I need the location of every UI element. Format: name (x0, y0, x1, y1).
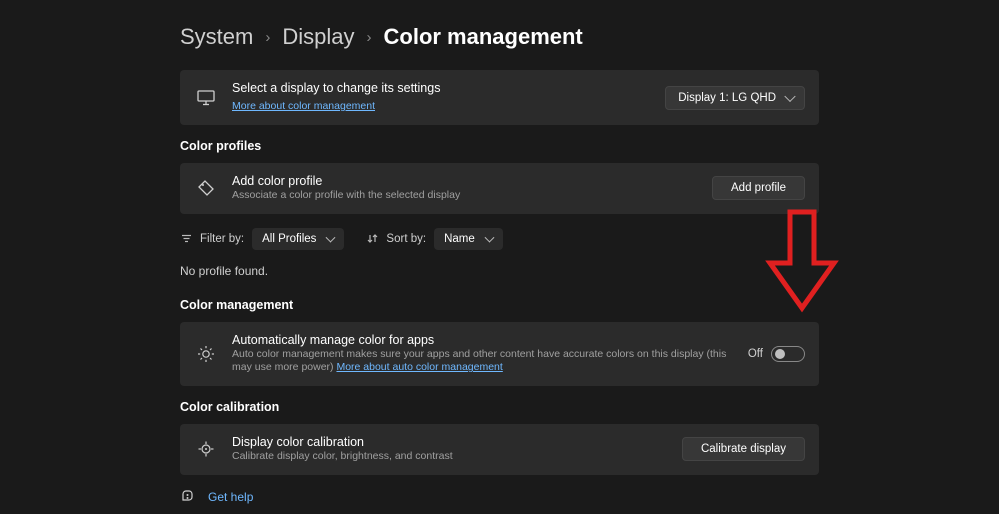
auto-color-toggle[interactable] (771, 346, 805, 362)
breadcrumb-system[interactable]: System (180, 24, 253, 50)
chevron-right-icon: › (367, 29, 372, 46)
calibration-icon (194, 437, 218, 461)
filter-by-label: Filter by: (200, 233, 244, 245)
auto-color-toggle-state: Off (748, 348, 763, 360)
add-profile-button[interactable]: Add profile (712, 176, 805, 200)
profile-filter-row: Filter by: All Profiles Sort by: Name (180, 228, 819, 250)
color-management-header: Color management (180, 298, 819, 312)
filter-icon (180, 233, 192, 245)
filter-by-dropdown[interactable]: All Profiles (252, 228, 344, 250)
page-title: Color management (384, 24, 583, 50)
no-profile-found-text: No profile found. (180, 264, 819, 278)
display-calibration-card: Display color calibration Calibrate disp… (180, 424, 819, 475)
auto-color-subtitle: Auto color management makes sure your ap… (232, 348, 734, 375)
sort-by-dropdown[interactable]: Name (434, 228, 503, 250)
monitor-icon (194, 86, 218, 110)
add-profile-subtitle: Associate a color profile with the selec… (232, 189, 698, 203)
add-color-profile-card: Add color profile Associate a color prof… (180, 163, 819, 214)
display-dropdown[interactable]: Display 1: LG QHD (665, 86, 805, 110)
display-selector-title: Select a display to change its settings (232, 81, 651, 95)
auto-color-management-card: Automatically manage color for apps Auto… (180, 322, 819, 386)
display-selector-card: Select a display to change its settings … (180, 70, 819, 125)
get-help-link[interactable]: Get help (208, 490, 253, 504)
auto-color-title: Automatically manage color for apps (232, 333, 734, 347)
color-calibration-header: Color calibration (180, 400, 819, 414)
brightness-icon (194, 342, 218, 366)
tag-icon (194, 176, 218, 200)
sort-icon (366, 233, 378, 245)
help-row: Get help (180, 489, 819, 505)
calibrate-display-button[interactable]: Calibrate display (682, 437, 805, 461)
chevron-right-icon: › (265, 29, 270, 46)
add-profile-title: Add color profile (232, 174, 698, 188)
more-about-color-management-link[interactable]: More about color management (232, 100, 375, 112)
calibration-title: Display color calibration (232, 435, 668, 449)
help-icon (180, 489, 196, 505)
breadcrumb-display[interactable]: Display (282, 24, 354, 50)
sort-by-label: Sort by: (386, 233, 426, 245)
calibration-subtitle: Calibrate display color, brightness, and… (232, 450, 668, 464)
breadcrumb: System › Display › Color management (180, 24, 819, 50)
more-about-auto-color-link[interactable]: More about auto color management (336, 361, 502, 373)
color-profiles-header: Color profiles (180, 139, 819, 153)
